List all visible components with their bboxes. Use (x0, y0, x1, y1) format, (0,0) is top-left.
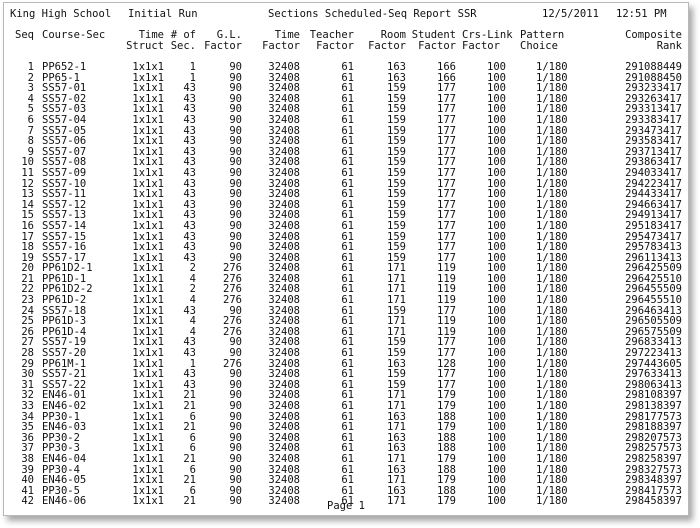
cell-student-factor: 166 (437, 61, 456, 73)
cell-time-factor: 32408 (268, 113, 300, 126)
cell-time-factor: 32408 (268, 219, 300, 232)
cell-num-sec: 21 (183, 400, 196, 412)
cell-crslink-factor: 100 (487, 219, 506, 232)
col-seq: Seq (15, 29, 34, 41)
cell-seq: 11 (21, 166, 34, 179)
cell-student-factor: 177 (437, 219, 456, 232)
cell-room-factor: 163 (387, 61, 406, 73)
report-rows: 1 PP652-1 1x1x1 1 90 32408 61 163 166 100 1/180 291… (10, 62, 682, 507)
cell-composite-rank: 298258397 (625, 452, 682, 465)
cell-pattern-choice: 1/180 (536, 219, 568, 232)
col-room-factor: Room Factor (368, 29, 406, 52)
cell-gl-factor: 90 (229, 166, 242, 179)
cell-gl-factor: 90 (229, 61, 242, 73)
cell-seq: 1 (27, 61, 34, 73)
col-time-struct: Time Struct (126, 29, 164, 52)
report-time: 12:51 PM (616, 8, 667, 20)
col-gl-factor: G.L. Factor (204, 29, 242, 52)
cell-room-factor: 159 (387, 166, 406, 179)
cell-course: EN46-04 (42, 452, 87, 465)
page-number: Page 1 (327, 500, 365, 512)
cell-time-struct: 1x1x1 (132, 400, 164, 412)
col-teacher-factor: Teacher Factor (309, 29, 354, 52)
cell-teacher-factor: 61 (341, 113, 354, 126)
cell-seq: 33 (21, 400, 34, 412)
cell-pattern-choice: 1/180 (536, 166, 568, 179)
cell-course: PP652-1 (42, 61, 87, 73)
report-title: Sections Scheduled-Seq Report SSR (268, 8, 477, 20)
cell-num-sec: 21 (183, 452, 196, 465)
col-crslink-factor: Crs-Link Factor (462, 29, 513, 52)
table-row: 16 SS57-14 1x1x1 43 90 32408 61 159 177 100 1/180 2… (10, 221, 682, 232)
cell-teacher-factor: 61 (341, 452, 354, 465)
cell-room-factor: 159 (387, 219, 406, 232)
cell-num-sec: 43 (183, 219, 196, 232)
table-row: 6 SS57-04 1x1x1 43 90 32408 61 159 177 100 1/180 29… (10, 115, 682, 126)
cell-num-sec: 43 (183, 113, 196, 126)
cell-time-factor: 32408 (268, 166, 300, 179)
table-row: 38 EN46-04 1x1x1 21 90 32408 61 171 179 100 1/180 2… (10, 454, 682, 465)
cell-teacher-factor: 61 (341, 166, 354, 179)
col-time-factor: Time Factor (262, 29, 300, 52)
cell-composite-rank: 298138397 (625, 400, 682, 412)
cell-student-factor: 177 (437, 113, 456, 126)
col-student-factor: Student Factor (411, 29, 456, 52)
report-page: King High School Initial Run Sections Sc… (3, 2, 689, 516)
cell-student-factor: 179 (437, 400, 456, 412)
cell-teacher-factor: 61 (341, 219, 354, 232)
cell-crslink-factor: 100 (487, 166, 506, 179)
cell-seq: 6 (27, 113, 34, 126)
cell-composite-rank: 295183417 (625, 219, 682, 232)
table-row: 11 SS57-09 1x1x1 43 90 32408 61 159 177 100 1/180 2… (10, 168, 682, 179)
cell-pattern-choice: 1/180 (536, 400, 568, 412)
cell-pattern-choice: 1/180 (536, 452, 568, 465)
col-composite-rank: Composite Rank (625, 29, 682, 52)
cell-student-factor: 177 (437, 166, 456, 179)
table-row: 33 EN46-02 1x1x1 21 90 32408 61 171 179 100 1/180 2… (10, 401, 682, 412)
cell-time-struct: 1x1x1 (132, 61, 164, 73)
cell-pattern-choice: 1/180 (536, 113, 568, 126)
run-label: Initial Run (128, 8, 198, 20)
cell-course: SS57-04 (42, 113, 87, 126)
cell-gl-factor: 90 (229, 452, 242, 465)
col-pattern-choice: Pattern Choice (520, 29, 565, 52)
cell-time-factor: 32408 (268, 452, 300, 465)
cell-room-factor: 171 (387, 400, 406, 412)
cell-gl-factor: 90 (229, 400, 242, 412)
table-row: 1 PP652-1 1x1x1 1 90 32408 61 163 166 100 1/180 291… (10, 62, 682, 73)
cell-time-struct: 1x1x1 (132, 452, 164, 465)
cell-time-struct: 1x1x1 (132, 113, 164, 126)
cell-course: SS57-09 (42, 166, 87, 179)
cell-seq: 16 (21, 219, 34, 232)
col-num-sec: # of Sec. (170, 29, 196, 52)
cell-time-struct: 1x1x1 (132, 166, 164, 179)
cell-pattern-choice: 1/180 (536, 61, 568, 73)
cell-teacher-factor: 61 (341, 61, 354, 73)
cell-room-factor: 159 (387, 113, 406, 126)
cell-num-sec: 1 (189, 61, 196, 73)
cell-teacher-factor: 61 (341, 400, 354, 412)
cell-time-struct: 1x1x1 (132, 219, 164, 232)
school-name: King High School (10, 8, 112, 20)
cell-seq: 38 (21, 452, 34, 465)
cell-course: EN46-02 (42, 400, 87, 412)
cell-student-factor: 179 (437, 452, 456, 465)
cell-time-factor: 32408 (268, 400, 300, 412)
cell-crslink-factor: 100 (487, 452, 506, 465)
cell-room-factor: 171 (387, 452, 406, 465)
cell-gl-factor: 90 (229, 219, 242, 232)
cell-composite-rank: 293383417 (625, 113, 682, 126)
report-date: 12/5/2011 (542, 8, 599, 20)
cell-crslink-factor: 100 (487, 61, 506, 73)
cell-crslink-factor: 100 (487, 400, 506, 412)
cell-num-sec: 43 (183, 166, 196, 179)
col-course: Course-Sec (42, 29, 106, 41)
cell-time-factor: 32408 (268, 61, 300, 73)
cell-composite-rank: 294033417 (625, 166, 682, 179)
cell-gl-factor: 90 (229, 113, 242, 126)
cell-course: SS57-14 (42, 219, 87, 232)
cell-crslink-factor: 100 (487, 113, 506, 126)
cell-composite-rank: 291088449 (625, 61, 682, 73)
